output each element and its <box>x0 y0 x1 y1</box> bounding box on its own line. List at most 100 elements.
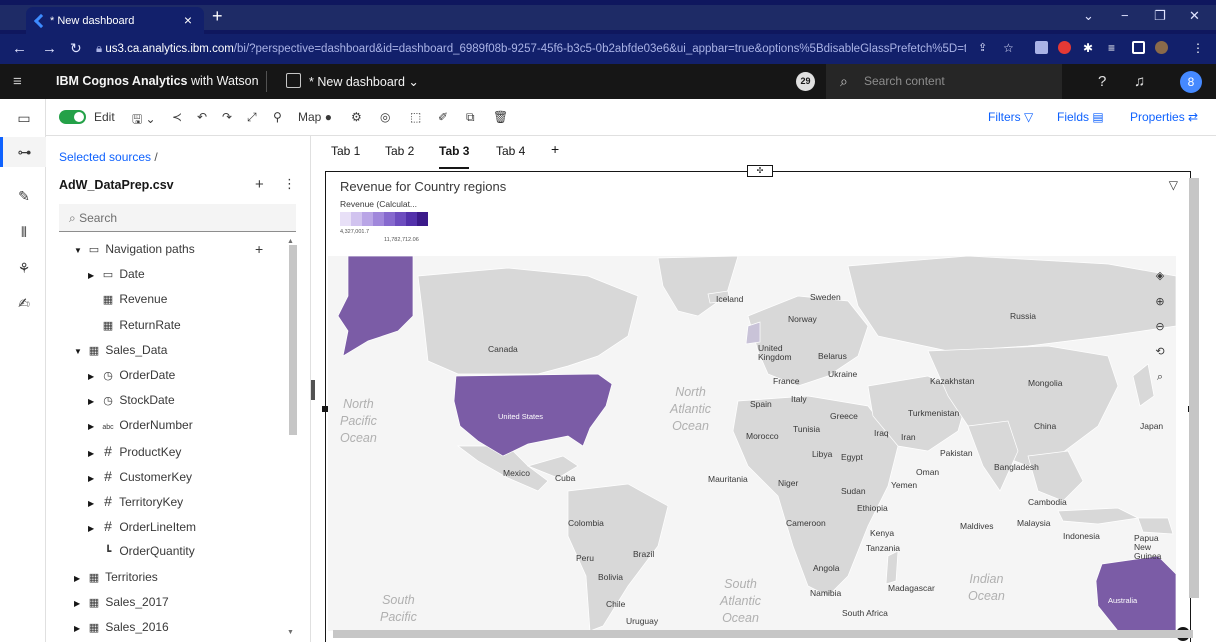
user-avatar[interactable]: 8 <box>1180 71 1202 93</box>
expand-caret-icon[interactable]: ▶ <box>88 263 100 288</box>
reset-view-icon[interactable]: ⟲ <box>1150 342 1170 362</box>
add-tab-button[interactable]: + <box>551 141 559 157</box>
breadcrumb[interactable]: Selected sources / <box>59 150 158 164</box>
bookmark-star-icon[interactable]: ☆ <box>1003 41 1016 55</box>
expand-icon[interactable]: ⤢ <box>247 110 257 125</box>
notifications-bell-icon[interactable]: ♫ <box>1134 73 1145 90</box>
breadcrumb-link[interactable]: Selected sources <box>59 150 151 164</box>
filters-button[interactable]: Filters ▽ <box>988 110 1033 124</box>
reload-icon[interactable]: ↻ <box>70 40 82 57</box>
tree-node[interactable]: ▼ ▦ Sales_Data <box>74 338 167 363</box>
browser-tab[interactable]: * New dashboard × <box>26 7 204 34</box>
help-icon[interactable]: ? <box>1098 73 1106 90</box>
url-field[interactable]: 🔒︎ us3.ca.analytics.ibm.com/bi/?perspect… <box>96 39 966 59</box>
tab-2[interactable]: Tab 2 <box>385 144 414 158</box>
tree-node[interactable]: ▶ abc OrderNumber <box>88 413 193 438</box>
select-icon[interactable]: ⬚ <box>410 110 421 124</box>
expand-caret-icon[interactable]: ▼ <box>74 339 86 364</box>
tab-3[interactable]: Tab 3 <box>439 144 470 169</box>
share-icon[interactable]: ⇪ <box>978 41 991 54</box>
forward-icon[interactable]: → <box>42 40 57 57</box>
expand-caret-icon[interactable]: ▶ <box>88 389 100 414</box>
browser-menu-icon[interactable]: ⋮ <box>1192 41 1205 55</box>
extension-1-icon[interactable] <box>1035 41 1048 54</box>
data-sources-icon[interactable]: ⊶ <box>0 137 46 167</box>
search-content-input[interactable]: ⌕ Search content <box>826 64 1062 99</box>
expand-caret-icon[interactable]: ▶ <box>88 441 100 466</box>
tree-node[interactable]: ┗ OrderQuantity <box>88 539 195 564</box>
panel-scrollbar[interactable] <box>289 245 297 435</box>
expand-caret-icon[interactable]: ▶ <box>88 466 100 491</box>
map-dropdown[interactable]: Map ● <box>298 110 332 124</box>
settings-icon[interactable]: ⚙ <box>351 110 362 124</box>
world-map[interactable]: Canada Iceland Sweden Norway United Kingdom F… <box>328 256 1176 631</box>
save-icon[interactable]: 🖫︎ ⌄ <box>132 110 156 131</box>
more-options-icon[interactable]: ⋮ <box>283 176 296 192</box>
ai-icon[interactable]: ◎ <box>380 110 390 124</box>
scroll-down-icon[interactable]: ▼ <box>287 629 294 636</box>
expand-caret-icon[interactable]: ▶ <box>88 414 100 439</box>
back-icon[interactable]: ← <box>12 40 27 57</box>
pin-icon[interactable]: ✎ <box>13 185 35 207</box>
tree-node[interactable]: ▼ ▭ Navigation paths <box>74 237 195 262</box>
minimize-button[interactable]: − <box>1121 8 1129 23</box>
extension-2-icon[interactable] <box>1058 41 1071 54</box>
tree-node[interactable]: ▶ # ProductKey <box>88 439 181 464</box>
navigate-icon[interactable]: ⚘ <box>13 257 35 279</box>
sidepanel-icon[interactable] <box>1132 41 1145 54</box>
extensions-puzzle-icon[interactable]: ✱ <box>1083 41 1096 55</box>
tree-node[interactable]: ▦ Revenue <box>88 287 168 312</box>
tree-node[interactable]: ▶ ▭ Date <box>88 262 145 287</box>
expand-caret-icon[interactable]: ▼ <box>74 238 86 263</box>
expand-caret-icon[interactable]: ▶ <box>74 591 86 616</box>
tree-node[interactable]: ▶ # OrderLineItem <box>88 514 196 539</box>
tree-node[interactable]: ▶ ▦ Sales_2016 <box>74 615 169 640</box>
tree-node[interactable]: ▶ # TerritoryKey <box>88 489 183 514</box>
copy-icon[interactable]: ⧉ <box>466 110 475 125</box>
tree-node[interactable]: ▶ ◷ OrderDate <box>88 363 175 388</box>
redo-icon[interactable]: ↷ <box>222 110 232 124</box>
fields-button[interactable]: Fields ▤ <box>1057 110 1104 124</box>
dashboard-name-dropdown[interactable]: * New dashboard ⌄ <box>309 74 419 89</box>
widget-filter-icon[interactable]: ▽ <box>1169 178 1178 192</box>
pin-icon[interactable]: ✐ <box>438 110 448 124</box>
edit-toggle[interactable] <box>59 110 86 124</box>
tree-node[interactable]: ▶ ◷ StockDate <box>88 388 175 413</box>
close-tab-icon[interactable]: × <box>184 12 192 28</box>
menu-hamburger-icon[interactable]: ≡ <box>13 73 22 90</box>
tab-1[interactable]: Tab 1 <box>331 144 360 158</box>
close-window-button[interactable]: ✕ <box>1189 8 1200 24</box>
zoom-out-icon[interactable]: ⊖ <box>1150 317 1170 337</box>
zoom-in-icon[interactable]: ⊕ <box>1150 292 1170 312</box>
expand-caret-icon[interactable]: ▶ <box>74 616 86 641</box>
add-navigation-path-icon[interactable]: + <box>255 241 263 257</box>
resize-handle-left[interactable] <box>322 406 328 412</box>
layers-icon[interactable]: ◈ <box>1150 266 1170 286</box>
relationship-icon[interactable]: ⚲ <box>273 110 282 124</box>
undo-icon[interactable]: ↶ <box>197 110 207 124</box>
restore-button[interactable]: ❐ <box>1154 8 1166 24</box>
share-icon[interactable]: ≺ <box>172 110 182 124</box>
tree-node[interactable]: ▶ ▦ Sales_2017 <box>74 590 169 615</box>
scroll-up-icon[interactable]: ▲ <box>287 238 294 245</box>
properties-button[interactable]: Properties ⇄ <box>1130 110 1198 124</box>
tab-4[interactable]: Tab 4 <box>496 144 525 158</box>
delete-icon[interactable]: 🗑︎ <box>493 110 508 124</box>
expand-caret-icon[interactable]: ▶ <box>88 364 100 389</box>
tab-search-icon[interactable]: ⌄ <box>1083 8 1094 24</box>
tree-node[interactable]: ▶ ▦ Territories <box>74 565 158 590</box>
canvas-horizontal-scrollbar[interactable] <box>333 630 1193 638</box>
tree-node[interactable]: ▦ ReturnRate <box>88 313 181 338</box>
assistant-icon[interactable]: ✍ <box>13 292 35 314</box>
panel-search-input[interactable]: ⌕ Search <box>59 204 296 232</box>
search-map-icon[interactable]: ⌕ <box>1150 367 1170 387</box>
tree-node[interactable]: ▶ # CustomerKey <box>88 464 192 489</box>
expand-caret-icon[interactable]: ▶ <box>88 491 100 516</box>
reading-list-icon[interactable]: ≡ <box>1108 41 1121 55</box>
expand-caret-icon[interactable]: ▶ <box>74 566 86 591</box>
visualizations-icon[interactable]: ⫴ <box>13 221 35 243</box>
expand-caret-icon[interactable]: ▶ <box>88 516 100 541</box>
add-source-icon[interactable]: + <box>255 176 264 193</box>
move-handle-icon[interactable]: ✣ <box>747 165 773 177</box>
map-widget[interactable]: Revenue for Country regions ▽ ✣ Revenue … <box>325 165 1191 642</box>
